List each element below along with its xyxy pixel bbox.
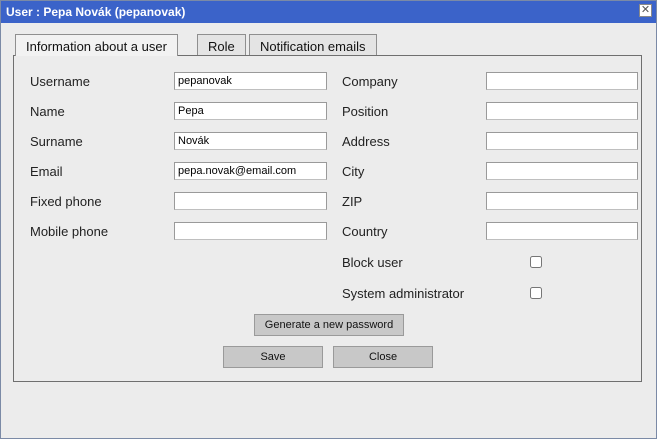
email-field[interactable]	[174, 162, 327, 180]
surname-label: Surname	[30, 134, 83, 149]
user-info-panel: Username Name Surname Email Fixed phone …	[13, 55, 642, 382]
position-field[interactable]	[486, 102, 638, 120]
tab-role[interactable]: Role	[197, 34, 246, 55]
title-bar: User : Pepa Novák (pepanovak) ✕	[1, 1, 656, 23]
block-user-checkbox[interactable]	[530, 256, 542, 268]
user-dialog: User : Pepa Novák (pepanovak) ✕ Informat…	[0, 0, 657, 439]
name-label: Name	[30, 104, 65, 119]
address-field[interactable]	[486, 132, 638, 150]
system-administrator-checkbox[interactable]	[530, 287, 542, 299]
mobile-phone-field[interactable]	[174, 222, 327, 240]
close-button[interactable]: Close	[333, 346, 433, 368]
zip-label: ZIP	[342, 194, 363, 209]
save-button[interactable]: Save	[223, 346, 323, 368]
tab-notification-emails[interactable]: Notification emails	[249, 34, 377, 55]
generate-password-button[interactable]: Generate a new password	[254, 314, 404, 336]
fixed-phone-field[interactable]	[174, 192, 327, 210]
dialog-title: User : Pepa Novák (pepanovak)	[6, 5, 186, 19]
city-field[interactable]	[486, 162, 638, 180]
zip-field[interactable]	[486, 192, 638, 210]
country-label: Country	[342, 224, 388, 239]
address-label: Address	[342, 134, 390, 149]
name-field[interactable]	[174, 102, 327, 120]
username-label: Username	[30, 74, 90, 89]
fixed-phone-label: Fixed phone	[30, 194, 102, 209]
surname-field[interactable]	[174, 132, 327, 150]
company-field[interactable]	[486, 72, 638, 90]
username-field[interactable]	[174, 72, 327, 90]
close-icon[interactable]: ✕	[639, 4, 652, 17]
company-label: Company	[342, 74, 398, 89]
tab-information-about-user[interactable]: Information about a user	[15, 34, 178, 56]
city-label: City	[342, 164, 365, 179]
position-label: Position	[342, 104, 389, 119]
system-administrator-label: System administrator	[342, 286, 465, 301]
block-user-label: Block user	[342, 255, 403, 270]
country-field[interactable]	[486, 222, 638, 240]
email-label: Email	[30, 164, 63, 179]
mobile-phone-label: Mobile phone	[30, 224, 109, 239]
